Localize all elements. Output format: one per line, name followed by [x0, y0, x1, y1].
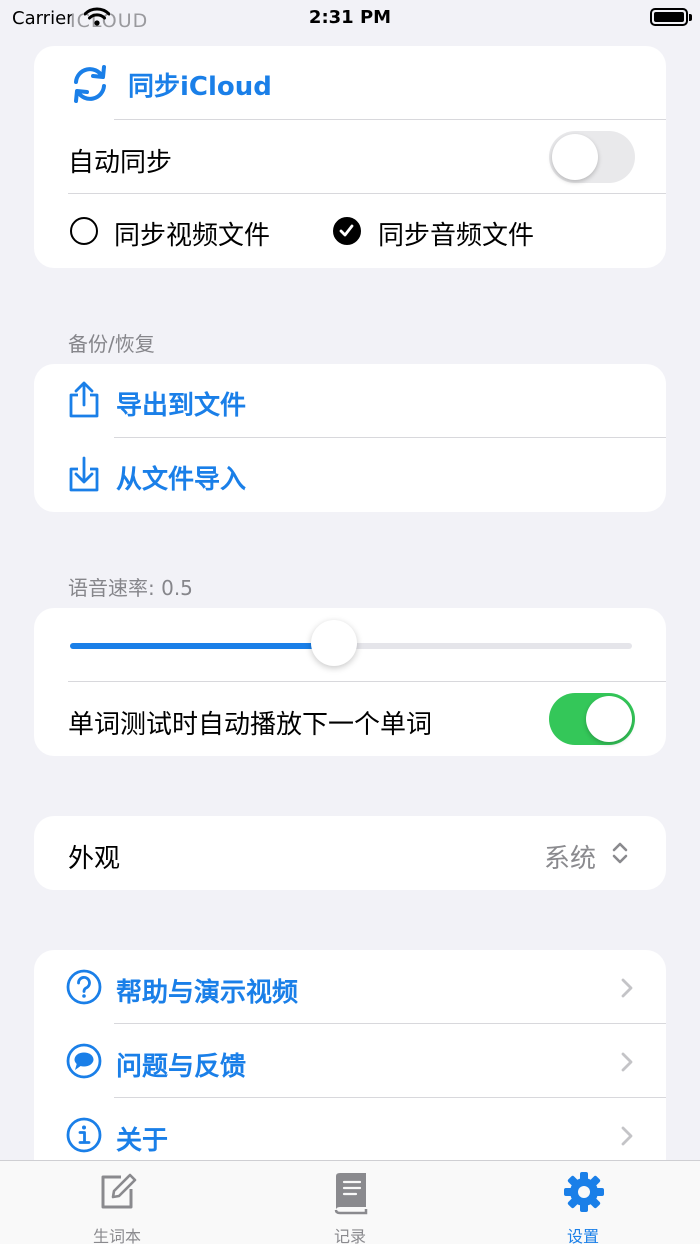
speech-card: 单词测试时自动播放下一个单词 [34, 608, 666, 756]
sync-video-radio[interactable] [70, 217, 98, 245]
sync-audio-radio[interactable] [333, 217, 361, 245]
backup-card: 导出到文件 从文件导入 [34, 364, 666, 512]
chevron-right-icon [621, 1052, 633, 1072]
auto-play-label: 单词测试时自动播放下一个单词 [68, 710, 433, 740]
sync-icloud-label: 同步iCloud [128, 72, 272, 102]
feedback-label: 问题与反馈 [116, 1052, 247, 1082]
gear-icon [564, 1172, 604, 1212]
backup-section-header: 备份/恢复 [68, 332, 155, 356]
auto-play-toggle[interactable] [549, 693, 635, 745]
export-row[interactable]: 导出到文件 [34, 364, 666, 438]
question-circle-icon [66, 969, 102, 1005]
tab-bar: 生词本 记录 设置 [0, 1160, 700, 1244]
checkmark-icon [339, 224, 354, 237]
auto-sync-label: 自动同步 [68, 148, 173, 178]
sync-video-label: 同步视频文件 [114, 221, 271, 251]
appearance-label: 外观 [68, 844, 121, 874]
status-bar: Carrier ICLOUD 2:31 PM [0, 0, 700, 40]
tab-label: 记录 [333, 1227, 366, 1244]
import-label: 从文件导入 [116, 465, 247, 495]
sync-icon [74, 65, 106, 103]
appearance-card: 外观 系统 [34, 816, 666, 890]
auto-sync-row: 自动同步 [34, 120, 666, 194]
export-label: 导出到文件 [116, 391, 247, 421]
speech-rate-slider[interactable] [34, 608, 666, 682]
appearance-row[interactable]: 外观 系统 [34, 816, 666, 890]
icloud-card: 同步iCloud 自动同步 同步视频文件 同步音频文件 [34, 46, 666, 268]
help-row[interactable]: 帮助与演示视频 [34, 950, 666, 1024]
chevron-right-icon [621, 1126, 633, 1146]
sync-icloud-row[interactable]: 同步iCloud [34, 46, 666, 120]
book-icon [334, 1173, 368, 1215]
import-row[interactable]: 从文件导入 [34, 438, 666, 512]
speech-rate-header: 语音速率: 0.5 [68, 576, 193, 600]
share-upload-icon [69, 381, 99, 418]
help-label: 帮助与演示视频 [116, 978, 299, 1008]
sync-options-row: 同步视频文件 同步音频文件 [34, 194, 666, 268]
links-card: 帮助与演示视频 问题与反馈 关于 [34, 950, 666, 1190]
tab-settings[interactable]: 设置 [513, 1161, 653, 1244]
slider-fill [70, 643, 335, 649]
download-import-icon [69, 456, 99, 492]
info-circle-icon [66, 1117, 102, 1153]
clock: 2:31 PM [308, 7, 392, 28]
chevron-right-icon [621, 978, 633, 998]
sync-audio-label: 同步音频文件 [378, 221, 535, 251]
tab-vocabulary[interactable]: 生词本 [47, 1161, 187, 1244]
tab-label: 设置 [566, 1227, 599, 1244]
chevron-up-down-icon [612, 842, 628, 864]
compose-icon [101, 1173, 137, 1209]
tab-label: 生词本 [92, 1227, 141, 1244]
message-bubble-icon [66, 1043, 102, 1079]
about-label: 关于 [116, 1126, 169, 1156]
auto-play-row: 单词测试时自动播放下一个单词 [34, 682, 666, 756]
appearance-value[interactable]: 系统 [544, 838, 596, 875]
auto-sync-toggle[interactable] [549, 131, 635, 183]
tab-records[interactable]: 记录 [280, 1161, 420, 1244]
slider-thumb[interactable] [311, 620, 358, 666]
feedback-row[interactable]: 问题与反馈 [34, 1024, 666, 1098]
battery-icon [650, 8, 692, 26]
